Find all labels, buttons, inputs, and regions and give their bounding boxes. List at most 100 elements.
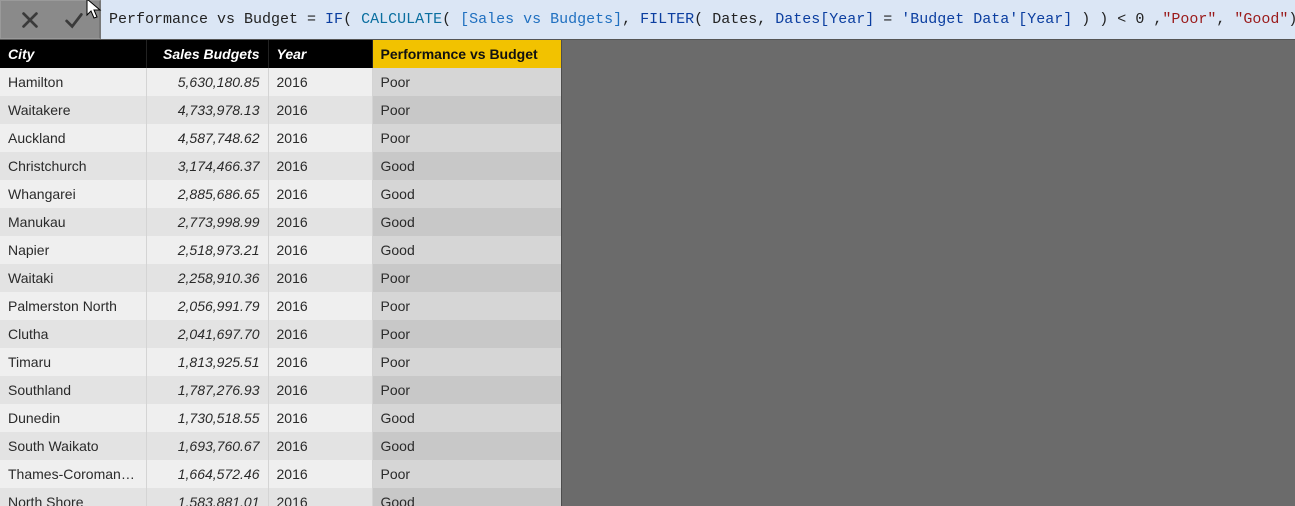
cell-perf[interactable]: Good	[372, 404, 562, 432]
cell-city[interactable]: Timaru	[0, 348, 146, 376]
cell-city[interactable]: Dunedin	[0, 404, 146, 432]
cell-city[interactable]: Clutha	[0, 320, 146, 348]
cell-city[interactable]: Auckland	[0, 124, 146, 152]
cancel-icon[interactable]	[19, 9, 41, 31]
formula-token: CALCULATE	[361, 11, 442, 28]
formula-token: Dates[Year]	[775, 11, 874, 28]
cell-budget[interactable]: 4,587,748.62	[146, 124, 268, 152]
table-row[interactable]: Southland1,787,276.932016Poor	[0, 376, 562, 404]
cell-budget[interactable]: 2,773,998.99	[146, 208, 268, 236]
formula-token: Dates	[712, 11, 757, 28]
cell-budget[interactable]: 2,258,910.36	[146, 264, 268, 292]
cell-budget[interactable]: 5,630,180.85	[146, 68, 268, 96]
cell-city[interactable]: Southland	[0, 376, 146, 404]
workspace: City Sales Budgets Year Performance vs B…	[0, 40, 1295, 506]
cell-budget[interactable]: 1,693,760.67	[146, 432, 268, 460]
cell-perf[interactable]: Good	[372, 432, 562, 460]
table-row[interactable]: North Shore1,583,881.012016Good	[0, 488, 562, 506]
cell-year[interactable]: 2016	[268, 348, 372, 376]
cell-city[interactable]: Waitaki	[0, 264, 146, 292]
cell-budget[interactable]: 1,664,572.46	[146, 460, 268, 488]
cell-budget[interactable]: 3,174,466.37	[146, 152, 268, 180]
cell-city[interactable]: North Shore	[0, 488, 146, 506]
table-row[interactable]: Waitakere4,733,978.132016Poor	[0, 96, 562, 124]
formula-token: (	[343, 11, 361, 28]
cell-perf[interactable]: Poor	[372, 96, 562, 124]
cell-year[interactable]: 2016	[268, 376, 372, 404]
cell-year[interactable]: 2016	[268, 432, 372, 460]
cell-city[interactable]: Whangarei	[0, 180, 146, 208]
formula-token: ) ) <	[1072, 11, 1135, 28]
cell-year[interactable]: 2016	[268, 292, 372, 320]
cell-perf[interactable]: Poor	[372, 320, 562, 348]
table-row[interactable]: Thames-Coromandel1,664,572.462016Poor	[0, 460, 562, 488]
cell-year[interactable]: 2016	[268, 236, 372, 264]
table-row[interactable]: Auckland4,587,748.622016Poor	[0, 124, 562, 152]
formula-token: (	[694, 11, 712, 28]
formula-input[interactable]: Performance vs Budget = IF( CALCULATE( […	[101, 0, 1295, 39]
cell-budget[interactable]: 2,056,991.79	[146, 292, 268, 320]
table-row[interactable]: Napier2,518,973.212016Good	[0, 236, 562, 264]
cell-perf[interactable]: Poor	[372, 68, 562, 96]
cell-budget[interactable]: 2,885,686.65	[146, 180, 268, 208]
cell-year[interactable]: 2016	[268, 404, 372, 432]
table-row[interactable]: Clutha2,041,697.702016Poor	[0, 320, 562, 348]
cell-year[interactable]: 2016	[268, 124, 372, 152]
cell-city[interactable]: Waitakere	[0, 96, 146, 124]
cell-budget[interactable]: 2,518,973.21	[146, 236, 268, 264]
table-row[interactable]: Waitaki2,258,910.362016Poor	[0, 264, 562, 292]
cell-year[interactable]: 2016	[268, 96, 372, 124]
table-row[interactable]: Whangarei2,885,686.652016Good	[0, 180, 562, 208]
cell-perf[interactable]: Good	[372, 208, 562, 236]
cell-perf[interactable]: Poor	[372, 264, 562, 292]
cell-city[interactable]: Manukau	[0, 208, 146, 236]
formula-token: 0	[1135, 11, 1144, 28]
cell-perf[interactable]: Poor	[372, 460, 562, 488]
table-row[interactable]: Christchurch3,174,466.372016Good	[0, 152, 562, 180]
cell-year[interactable]: 2016	[268, 488, 372, 506]
cell-perf[interactable]: Good	[372, 180, 562, 208]
cell-budget[interactable]: 1,813,925.51	[146, 348, 268, 376]
cell-budget[interactable]: 1,583,881.01	[146, 488, 268, 506]
cell-perf[interactable]: Good	[372, 488, 562, 506]
cell-year[interactable]: 2016	[268, 264, 372, 292]
commit-icon[interactable]	[63, 9, 85, 31]
formula-token: Performance vs Budget =	[109, 11, 325, 28]
formula-token: 'Budget Data'[Year]	[901, 11, 1072, 28]
cell-perf[interactable]: Poor	[372, 124, 562, 152]
cell-budget[interactable]: 1,730,518.55	[146, 404, 268, 432]
data-table-wrap: City Sales Budgets Year Performance vs B…	[0, 40, 562, 506]
cell-perf[interactable]: Good	[372, 152, 562, 180]
cell-budget[interactable]: 4,733,978.13	[146, 96, 268, 124]
cell-perf[interactable]: Good	[372, 236, 562, 264]
header-year[interactable]: Year	[268, 40, 372, 68]
cell-perf[interactable]: Poor	[372, 376, 562, 404]
cell-year[interactable]: 2016	[268, 208, 372, 236]
table-row[interactable]: Manukau2,773,998.992016Good	[0, 208, 562, 236]
cell-year[interactable]: 2016	[268, 460, 372, 488]
cell-perf[interactable]: Poor	[372, 292, 562, 320]
empty-canvas	[562, 40, 1295, 506]
cell-perf[interactable]: Poor	[372, 348, 562, 376]
cell-city[interactable]: Christchurch	[0, 152, 146, 180]
cell-city[interactable]: Palmerston North	[0, 292, 146, 320]
cell-year[interactable]: 2016	[268, 152, 372, 180]
header-budget[interactable]: Sales Budgets	[146, 40, 268, 68]
cell-city[interactable]: Napier	[0, 236, 146, 264]
header-performance[interactable]: Performance vs Budget	[372, 40, 562, 68]
cell-year[interactable]: 2016	[268, 320, 372, 348]
cell-budget[interactable]: 2,041,697.70	[146, 320, 268, 348]
table-row[interactable]: Hamilton5,630,180.852016Poor	[0, 68, 562, 96]
header-city[interactable]: City	[0, 40, 146, 68]
cell-budget[interactable]: 1,787,276.93	[146, 376, 268, 404]
formula-token: FILTER	[640, 11, 694, 28]
cell-city[interactable]: Hamilton	[0, 68, 146, 96]
cell-year[interactable]: 2016	[268, 68, 372, 96]
table-row[interactable]: Dunedin1,730,518.552016Good	[0, 404, 562, 432]
table-row[interactable]: Timaru1,813,925.512016Poor	[0, 348, 562, 376]
cell-city[interactable]: Thames-Coromandel	[0, 460, 146, 488]
cell-year[interactable]: 2016	[268, 180, 372, 208]
cell-city[interactable]: South Waikato	[0, 432, 146, 460]
table-row[interactable]: South Waikato1,693,760.672016Good	[0, 432, 562, 460]
table-row[interactable]: Palmerston North2,056,991.792016Poor	[0, 292, 562, 320]
